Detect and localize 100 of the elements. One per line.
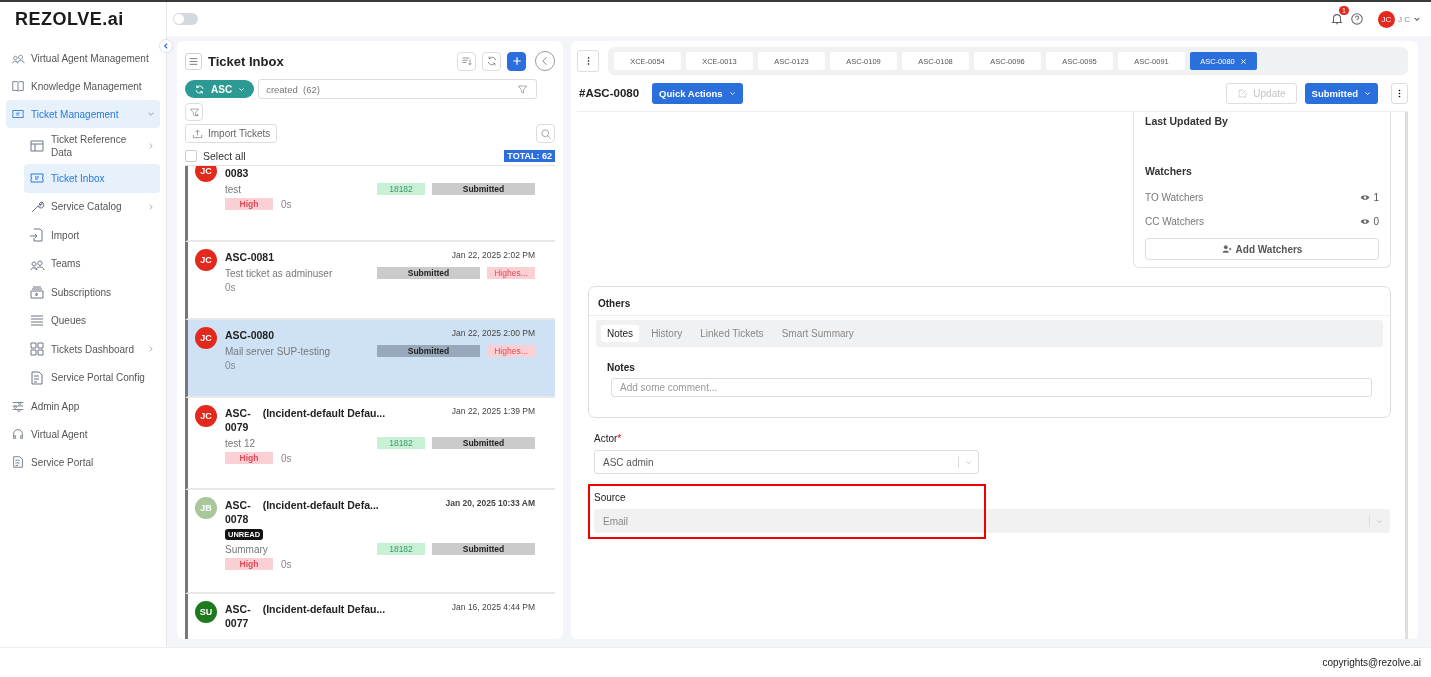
eye-icon <box>1360 193 1371 201</box>
plus-icon <box>510 55 523 67</box>
caret-icon <box>728 89 736 97</box>
avatar: JC <box>195 249 217 271</box>
ticket-title: (Incident-default Defau... <box>262 406 386 421</box>
refresh-icon <box>194 83 205 95</box>
copyright-text: copyrights@rezolve.ai <box>1322 657 1421 668</box>
ticket-date: Jan 20, 2025 10:33 AM <box>445 498 535 508</box>
add-watchers-button[interactable]: Add Watchers <box>1145 238 1379 260</box>
ticket-age: 0s <box>281 452 292 464</box>
back-button[interactable] <box>535 51 555 71</box>
import-tickets-button[interactable]: Import Tickets <box>185 124 278 143</box>
caret-icon <box>1364 89 1371 97</box>
sidebar-subitem[interactable]: Service Portal Config <box>24 363 160 392</box>
ticket-date: Jan 16, 2025 4:44 PM <box>451 602 535 612</box>
user-avatar[interactable]: JC <box>1378 10 1395 28</box>
bell-icon[interactable] <box>1330 12 1344 26</box>
status-tag: Submitted <box>432 437 535 450</box>
filter-settings-button[interactable] <box>185 103 203 121</box>
refresh-icon <box>485 55 498 67</box>
ticket-age: 0s <box>225 360 236 372</box>
ticket-card[interactable]: JC ASC-0080 Jan 22, 2025 2:00 PM Mail server SUP-testing Submitted Highes... 0s <box>185 320 555 398</box>
sidebar-subitem[interactable]: Tickets Dashboard <box>24 335 160 364</box>
status-tag: Submitted <box>377 267 480 280</box>
close-icon[interactable] <box>1239 57 1247 65</box>
filter-field[interactable]: created (62) <box>258 79 537 99</box>
kebab-icon <box>586 56 590 66</box>
avatar: JC <box>195 327 217 349</box>
ticket-age: 0s <box>225 282 236 294</box>
upload-icon <box>192 128 203 139</box>
priority-tag: High <box>225 558 273 571</box>
layout-icon <box>29 138 45 154</box>
eye-icon <box>1360 217 1371 225</box>
sidebar-item[interactable]: Virtual Agent Management <box>6 44 160 72</box>
collapse-sidebar-button[interactable] <box>159 39 173 53</box>
watcher-count: 1 <box>1373 191 1379 203</box>
ticket-age: 0s <box>281 558 292 570</box>
document-icon <box>29 369 45 386</box>
priority-tag: Highes... <box>487 345 535 358</box>
sort-icon <box>460 55 473 67</box>
quick-actions-button[interactable]: Quick Actions <box>652 82 743 104</box>
ticket-card[interactable]: JC ASC- 0079 (Incident-default Defau... Jan 22, 2025 1:39 PM test 12 18182 Submitted High 0s <box>185 398 555 490</box>
watcher-label: CC Watchers <box>1145 215 1206 227</box>
select-field[interactable]: ASC admin <box>594 450 979 474</box>
sidebar-subitem[interactable]: Queues <box>24 306 160 335</box>
logo: REZOLVE.ai <box>15 8 124 30</box>
sidebar-item[interactable]: Service Portal <box>6 448 160 476</box>
help-icon[interactable] <box>1350 12 1364 26</box>
avatar: JB <box>195 497 217 519</box>
book-icon <box>11 79 25 93</box>
select-all-label: Select all <box>203 150 246 162</box>
sort-button[interactable] <box>457 51 476 71</box>
ticket-id: ASC-0081 <box>225 250 275 265</box>
select-all-checkbox[interactable] <box>185 150 197 162</box>
ticket-id: ASC- 0078 <box>225 498 251 527</box>
ticket-summary: Mail server SUP-testing <box>225 345 331 357</box>
sidebar-item[interactable]: Ticket Management <box>6 100 160 128</box>
headset-icon <box>11 427 25 441</box>
sidebar-item[interactable]: Knowledge Management <box>6 72 160 100</box>
sidebar-subitem[interactable]: Import <box>24 221 160 250</box>
field-label: Actor* <box>594 433 623 444</box>
avatar: SU <box>195 601 217 623</box>
sidebar-subitem[interactable]: Ticket Reference Data <box>24 128 160 164</box>
toggle-switch[interactable] <box>173 13 198 25</box>
section-label: Last Updated By <box>1145 115 1229 127</box>
search-button[interactable] <box>536 124 555 143</box>
section-label: Watchers <box>1145 165 1193 177</box>
field-label: Source <box>594 492 627 503</box>
ticket-id: 0083 <box>225 166 249 181</box>
ticket-id: ASC- 0079 <box>225 406 251 435</box>
ticket-id: ASC-0080 <box>225 328 275 343</box>
caret-icon <box>1376 517 1383 525</box>
priority-tag: High <box>225 452 273 465</box>
search-icon <box>539 127 552 140</box>
status-dropdown[interactable]: Submitted <box>1304 82 1378 104</box>
list-icon <box>185 52 202 70</box>
comment-field[interactable]: Add some comment... <box>611 378 1372 397</box>
add-button[interactable] <box>507 51 526 71</box>
sidebar-subitem[interactable]: Subscriptions <box>24 278 160 307</box>
sidebar-item[interactable]: Virtual Agent <box>6 420 160 448</box>
sidebar-subitem[interactable]: Ticket Inbox <box>24 164 160 193</box>
refresh-button[interactable] <box>482 51 501 71</box>
ticket-card[interactable]: JC 0083 test 18182 Submitted High 0s <box>185 166 555 242</box>
sidebar-subitem[interactable]: Teams <box>24 249 160 278</box>
sidebar-item[interactable]: Admin App <box>6 392 160 420</box>
ticket-number: #ASC-0080 <box>579 87 640 99</box>
more-button[interactable] <box>1391 82 1408 104</box>
section-tab[interactable]: Notes <box>601 325 640 342</box>
more-button[interactable] <box>577 50 599 72</box>
panel-title: Ticket Inbox <box>208 53 284 69</box>
total-badge: TOTAL: 62 <box>504 150 555 162</box>
reference-tag: 18182 <box>377 543 425 556</box>
ticket-date: Jan 22, 2025 2:00 PM <box>451 328 535 338</box>
ticket-card[interactable]: SU ASC- 0077 (Incident-default Defau... Jan 16, 2025 4:44 PM <box>185 594 555 639</box>
filter-icon <box>517 83 528 95</box>
user-name[interactable]: J C <box>1398 14 1410 24</box>
caret-icon[interactable] <box>1413 15 1421 23</box>
grid-icon <box>29 341 45 358</box>
ticket-icon <box>11 107 25 121</box>
sidebar-subitem[interactable]: Service Catalog <box>24 192 160 221</box>
